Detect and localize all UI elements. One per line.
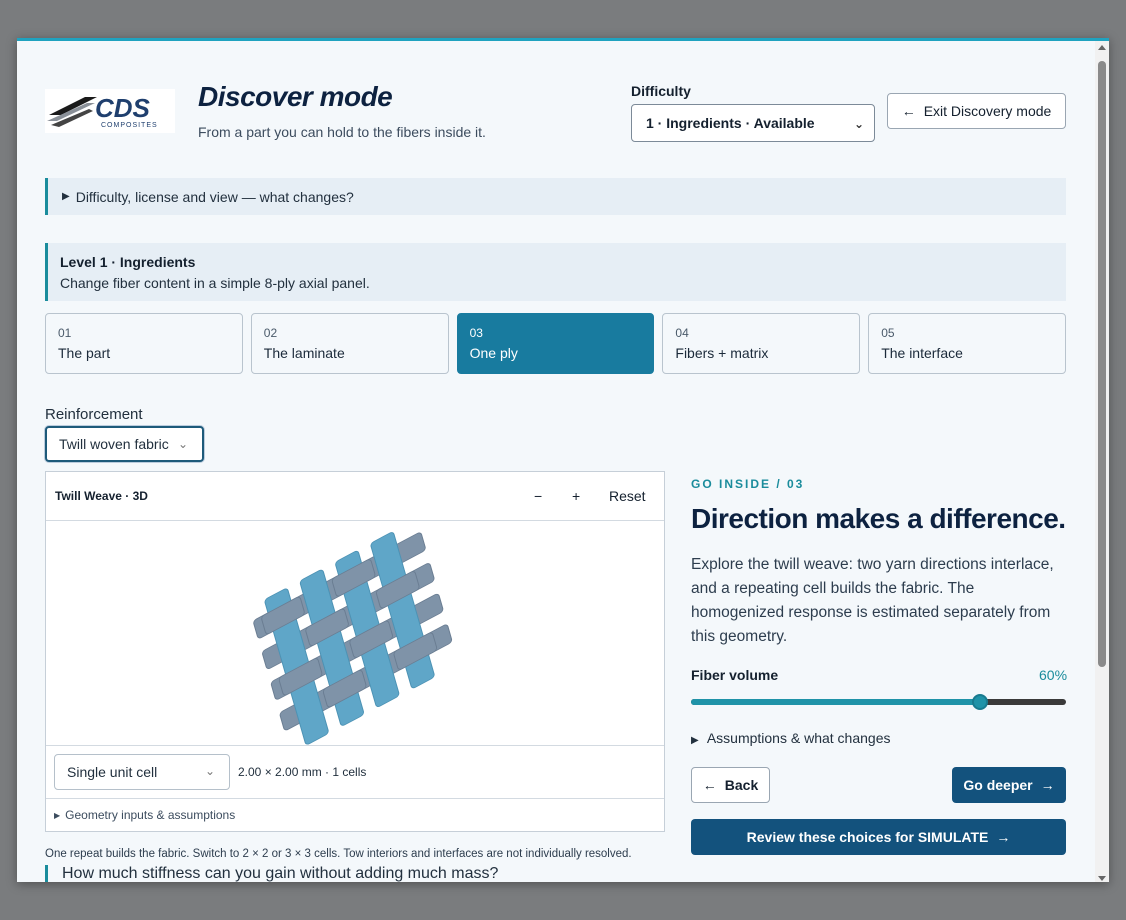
triangle-right-icon: ▶ [54,810,61,820]
viewer-title: Twill Weave · 3D [55,489,148,503]
reinforcement-label: Reinforcement [45,406,143,423]
arrow-right-icon: → [1040,777,1055,793]
review-simulate-label: Review these choices for SIMULATE [746,829,989,845]
step-label: One ply [469,345,518,361]
scrollbar-thumb[interactable] [1098,61,1106,667]
difficulty-info-label: Difficulty, license and view — what chan… [75,188,354,205]
geometry-inputs-disclosure[interactable]: ▶ Geometry inputs & assumptions [46,799,664,831]
step-tab-the-laminate[interactable]: 02 The laminate [250,313,449,374]
step-number: 04 [675,326,689,340]
step-number: 05 [881,326,895,340]
step-tab-the-part[interactable]: 01 The part [45,313,243,374]
step-number: 02 [263,326,278,340]
difficulty-select[interactable]: 1 · Ingredients · Available ⌄ [631,104,875,142]
twill-weave-render [253,532,453,745]
fiber-volume-label: Fiber volume [691,667,779,683]
exit-discovery-button[interactable]: ← Exit Discovery mode [887,93,1066,129]
dialog-scrollbar[interactable] [1095,41,1109,882]
go-deeper-button[interactable]: Go deeper → [952,767,1066,803]
assumptions-label: Assumptions & what changes [706,730,891,746]
triangle-right-icon: ▶ [62,191,70,202]
chevron-down-icon: ⌄ [177,437,188,451]
fiber-volume-slider[interactable] [691,694,1066,710]
scroll-down-icon[interactable] [1098,876,1106,881]
cell-dimensions: 2.00 × 2.00 mm · 1 cells [238,765,367,779]
step-number: 01 [58,326,72,340]
back-label: Back [724,777,759,793]
chevron-down-icon: ⌄ [853,117,864,131]
step-number: 03 [469,326,483,340]
difficulty-select-value: 1 · Ingredients · Available [646,115,815,131]
step-tabs: 01 The part 02 The laminate 03 One ply 0… [45,313,1066,374]
viewer-toolbar: Twill Weave · 3D − + Reset [46,472,664,521]
review-simulate-button[interactable]: Review these choices for SIMULATE → [691,819,1066,855]
go-deeper-label: Go deeper [963,777,1033,793]
weave-viewer: Twill Weave · 3D − + Reset Single unit c… [45,471,665,832]
panel-body: Explore the twill weave: two yarn direct… [691,556,1054,645]
step-tab-one-ply[interactable]: 03 One ply [456,313,655,374]
back-button[interactable]: ← Back [691,767,770,803]
fiber-volume-slider-thumb[interactable] [971,694,988,710]
arrow-right-icon: → [996,829,1011,845]
guiding-question: How much stiffness can you gain without … [45,865,498,882]
arrow-left-icon: ← [702,777,717,793]
triangle-right-icon: ▶ [691,735,699,746]
step-tab-the-interface[interactable]: 05 The interface [868,313,1066,374]
zoom-out-button[interactable]: − [534,488,542,504]
geometry-inputs-label: Geometry inputs & assumptions [65,808,236,822]
level-description: Change fiber content in a simple 8-ply a… [60,275,370,291]
step-label: The laminate [263,345,345,361]
assumptions-disclosure[interactable]: ▶ Assumptions & what changes [691,730,890,746]
discover-dialog: CDS COMPOSITES Discover mode From a part… [17,38,1109,882]
scroll-up-icon[interactable] [1098,45,1106,50]
page-subtitle: From a part you can hold to the fibers i… [198,124,486,140]
zoom-in-button[interactable]: + [572,488,580,504]
difficulty-label: Difficulty [631,83,691,99]
arrow-left-icon: ← [901,103,916,119]
panel-kicker: GO INSIDE / 03 [691,477,805,491]
step-label: Fibers + matrix [675,345,769,361]
weave-3d-canvas[interactable] [46,521,664,746]
logo-wordmark: CDS [95,93,151,123]
reinforcement-select[interactable]: Twill woven fabric ⌄ [45,426,204,462]
level-callout: Level 1 · Ingredients Change fiber conte… [45,243,1066,301]
logo-subtext: COMPOSITES [101,122,158,129]
unit-cell-select-value: Single unit cell [67,764,158,780]
difficulty-info-disclosure[interactable]: ▶ Difficulty, license and view — what ch… [45,178,1066,215]
chevron-down-icon: ⌄ [204,764,215,778]
reinforcement-select-value: Twill woven fabric [59,436,169,452]
fiber-volume-slider-fill [691,699,980,705]
reset-view-button[interactable]: Reset [609,488,646,504]
fiber-volume-value: 60% [1039,667,1068,683]
step-label: The part [58,345,111,361]
viewer-note: One repeat builds the fabric. Switch to … [45,848,632,860]
cds-logo: CDS COMPOSITES [45,89,175,133]
exit-discovery-label: Exit Discovery mode [923,103,1052,119]
level-title: Level 1 · Ingredients [60,254,196,270]
step-label: The interface [881,345,963,361]
viewer-footer: Single unit cell ⌄ 2.00 × 2.00 mm · 1 ce… [46,746,664,799]
page-title: Discover mode [198,81,393,112]
unit-cell-select[interactable]: Single unit cell ⌄ [54,754,230,790]
panel-title: Direction makes a difference. [691,503,1066,534]
step-tab-fibers-matrix[interactable]: 04 Fibers + matrix [662,313,861,374]
